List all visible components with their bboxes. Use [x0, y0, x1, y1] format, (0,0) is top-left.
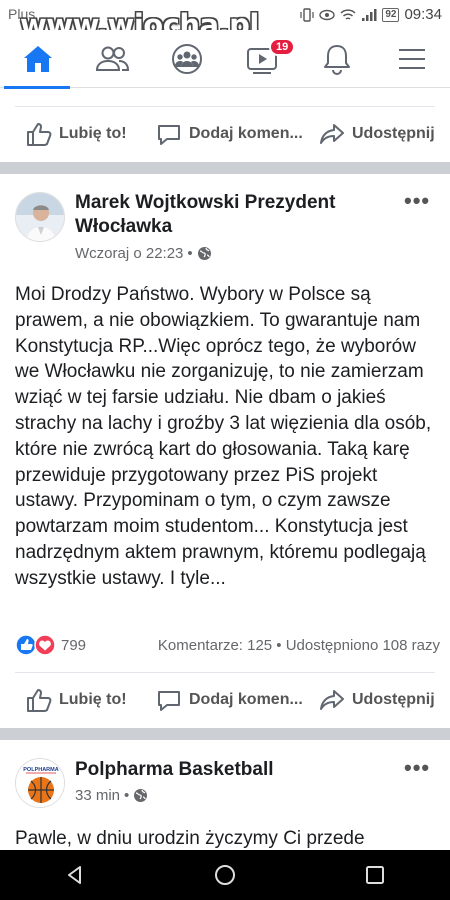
love-reaction-icon: [34, 634, 56, 656]
share-icon: [320, 124, 344, 144]
share-label: Udostępnij: [352, 691, 435, 708]
profile-photo: [16, 193, 64, 241]
post-text: Pawle, w dniu urodzin życzymy Ci przede: [15, 828, 365, 849]
friends-icon: [95, 46, 129, 71]
bell-icon: [324, 45, 350, 75]
like-button[interactable]: Lubię to!: [25, 686, 127, 714]
back-icon[interactable]: [63, 863, 87, 887]
thumbs-up-icon: [27, 689, 52, 712]
comment-label: Dodaj komen...: [189, 125, 303, 142]
post-author[interactable]: Marek Wojtkowski Prezydent Włocławka: [75, 191, 375, 239]
vibrate-icon: [300, 7, 314, 22]
like-button[interactable]: Lubię to!: [25, 120, 127, 148]
page-avatar[interactable]: POLPHARMA: [15, 758, 65, 808]
nav-friends[interactable]: [77, 30, 147, 88]
nav-menu[interactable]: [377, 30, 447, 88]
status-bar: Plus www.wiocha.pl 92 09:34: [0, 0, 450, 42]
home-icon: [24, 46, 52, 72]
meta-dot: •: [187, 245, 193, 262]
post-meta: Wczoraj o 22:23 •: [75, 245, 212, 262]
status-icons: 92 09:34: [300, 6, 442, 23]
post-options-icon[interactable]: •••: [404, 188, 430, 214]
notifications-badge: 19: [269, 38, 296, 56]
globe-icon: [197, 247, 211, 260]
nav-watch[interactable]: 19: [227, 30, 297, 88]
post-options-icon[interactable]: •••: [404, 755, 430, 781]
post-time[interactable]: 33 min: [75, 787, 120, 804]
thumbs-up-icon: [27, 123, 52, 146]
post-stats[interactable]: Komentarze: 125 • Udostępniono 108 razy: [158, 637, 440, 654]
android-navigation-bar: [0, 850, 450, 900]
nav-notifications[interactable]: [302, 30, 372, 88]
home-circle-icon[interactable]: [213, 863, 237, 887]
action-bar-previous-post: Lubię to! Dodaj komen... Udostępnij: [0, 106, 450, 162]
nav-groups[interactable]: [152, 30, 222, 88]
active-tab-indicator: [4, 86, 70, 89]
share-label: Udostępnij: [352, 125, 435, 142]
groups-icon: [172, 44, 202, 74]
comment-icon: [158, 691, 180, 711]
recents-icon[interactable]: [363, 863, 387, 887]
battery-indicator: 92: [382, 7, 400, 22]
svg-text:POLPHARMA: POLPHARMA: [23, 767, 58, 773]
wifi-icon: [340, 8, 356, 20]
reaction-count: 799: [61, 636, 87, 654]
signal-icon: [362, 8, 377, 21]
page-name[interactable]: Polpharma Basketball: [75, 758, 274, 782]
share-button[interactable]: Udostępnij: [318, 686, 435, 714]
share-icon: [320, 690, 344, 710]
nav-home[interactable]: [3, 30, 73, 88]
feed-separator: [0, 162, 450, 174]
comment-button[interactable]: Dodaj komen...: [155, 120, 303, 148]
reaction-icons: [15, 634, 56, 656]
globe-icon: [134, 789, 148, 802]
like-label: Lubię to!: [59, 125, 127, 142]
author-avatar[interactable]: [15, 192, 65, 242]
reactions-summary[interactable]: 799 Komentarze: 125 • Udostępniono 108 r…: [15, 634, 440, 656]
action-bar-post: Lubię to! Dodaj komen... Udostępnij: [0, 672, 450, 728]
comment-button[interactable]: Dodaj komen...: [155, 686, 303, 714]
post-text: Moi Drodzy Państwo. Wybory w Polsce są p…: [15, 284, 432, 589]
hamburger-menu-icon: [399, 49, 425, 69]
meta-dot: •: [124, 787, 130, 804]
share-button[interactable]: Udostępnij: [318, 120, 435, 148]
post-meta: 33 min •: [75, 787, 148, 804]
feed-separator: [0, 728, 450, 740]
comment-label: Dodaj komen...: [189, 691, 303, 708]
polpharma-logo: POLPHARMA: [16, 759, 64, 807]
post-time[interactable]: Wczoraj o 22:23: [75, 245, 183, 262]
like-label: Lubię to!: [59, 691, 127, 708]
eye-icon: [319, 9, 336, 20]
clock: 09:34: [404, 6, 442, 23]
comment-icon: [158, 125, 180, 145]
top-nav-bar: 19: [0, 30, 450, 88]
